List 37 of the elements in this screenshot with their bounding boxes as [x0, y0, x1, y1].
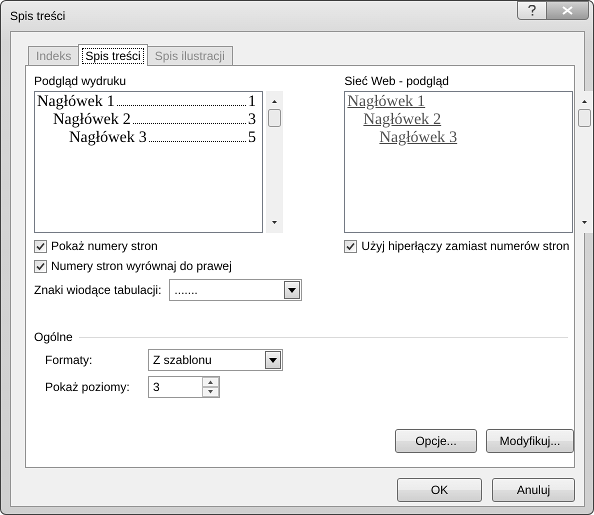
heading-text: Nagłówek 2: [53, 111, 131, 129]
spin-arrows-icon[interactable]: [202, 377, 219, 397]
section-label: Sieć Web - podgląd: [344, 74, 450, 89]
checkbox-label: Numery stron wyrównaj do prawej: [51, 259, 232, 273]
checkbox[interactable]: [344, 240, 358, 252]
heading-link[interactable]: Nagłówek 2: [363, 111, 442, 129]
help-button[interactable]: [517, 1, 547, 20]
close-icon: [562, 6, 573, 15]
ok-button[interactable]: OK: [397, 478, 482, 502]
spin-field[interactable]: 3: [148, 376, 220, 398]
field-label: Formaty:: [45, 353, 94, 367]
heading-link[interactable]: Nagłówek 3: [379, 129, 458, 147]
page-number: 1: [248, 93, 256, 111]
heading-text: Nagłówek 1: [37, 93, 115, 111]
close-button[interactable]: [547, 1, 589, 20]
window-title: Spis treści: [10, 9, 66, 23]
group-title: Ogólne: [34, 330, 73, 344]
heading-text: Nagłówek 3: [69, 129, 147, 147]
checkbox-label: Użyj hiperłączy zamiast numerów stron: [361, 239, 570, 253]
options-button[interactable]: Opcje...: [395, 429, 477, 453]
dropdown[interactable]: .......: [169, 279, 302, 301]
page-number: 5: [248, 129, 256, 147]
field-label: Znaki wiodące tabulacji:: [34, 283, 162, 297]
dropdown-arrow-icon[interactable]: [269, 358, 277, 362]
section-label: Podgląd wydruku: [34, 74, 128, 89]
page-number: 3: [248, 111, 256, 129]
field-label: Pokaż poziomy:: [45, 380, 131, 394]
help-icon: [528, 5, 536, 16]
heading-link[interactable]: Nagłówek 1: [347, 93, 426, 111]
dropdown-arrow-icon[interactable]: [288, 288, 296, 292]
checkbox-label: Pokaż numery stron: [51, 239, 158, 253]
modify-button[interactable]: Modyfikuj...: [486, 429, 574, 453]
checkbox[interactable]: [34, 260, 47, 272]
cancel-button[interactable]: Anuluj: [492, 478, 575, 502]
tab[interactable]: Spis treści: [78, 44, 148, 66]
dropdown[interactable]: Z szablonu: [148, 349, 283, 371]
checkbox[interactable]: [34, 240, 47, 252]
